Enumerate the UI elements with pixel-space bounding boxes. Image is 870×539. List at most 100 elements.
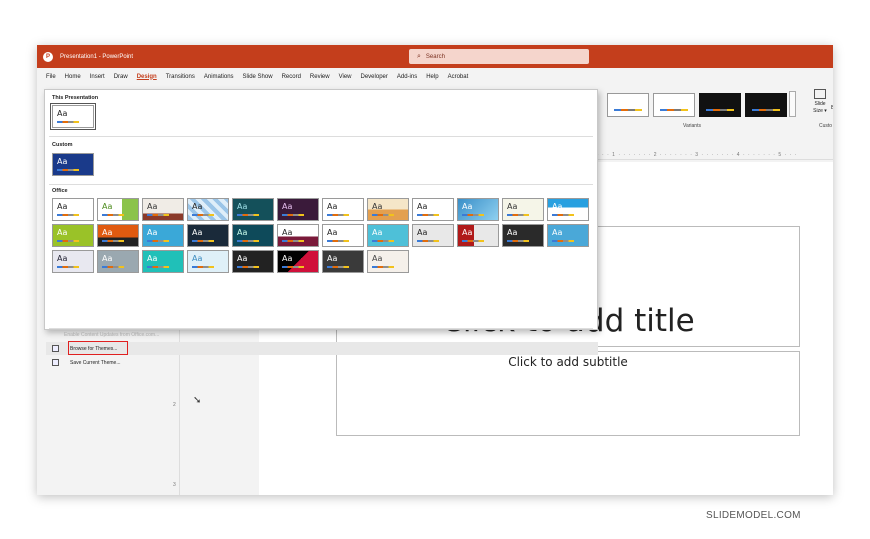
theme-sample-text: Aa: [147, 254, 158, 263]
theme-thumbnail[interactable]: Aa: [277, 198, 319, 221]
search-box[interactable]: ⌕ Search: [409, 49, 589, 64]
theme-sample-text: Aa: [507, 202, 518, 211]
theme-thumbnail[interactable]: Aa: [232, 250, 274, 273]
theme-color-bar: [57, 121, 79, 123]
theme-thumbnail[interactable]: Aa: [367, 224, 409, 247]
theme-sample-text: Aa: [552, 228, 563, 237]
ruler-mark: 3: [173, 482, 176, 488]
theme-color-bar: [417, 214, 439, 216]
subtitle-placeholder[interactable]: Click to add subtitle: [336, 351, 800, 436]
theme-sample-text: Aa: [507, 228, 518, 237]
theme-thumbnail[interactable]: Aa: [52, 198, 94, 221]
variant-thumb[interactable]: [745, 93, 787, 117]
theme-thumbnail[interactable]: Aa: [457, 224, 499, 247]
tab-design[interactable]: Design: [137, 74, 157, 80]
theme-thumbnail[interactable]: Aa: [547, 198, 589, 221]
theme-thumbnail[interactable]: Aa: [502, 198, 544, 221]
theme-thumbnail[interactable]: Aa: [322, 224, 364, 247]
theme-thumbnail[interactable]: Aa: [187, 250, 229, 273]
theme-color-bar: [327, 214, 349, 216]
theme-color-bar: [372, 266, 394, 268]
theme-color-bar: [192, 214, 214, 216]
theme-thumbnail[interactable]: Aa: [502, 224, 544, 247]
theme-thumbnail[interactable]: Aa: [187, 198, 229, 221]
tab-acrobat[interactable]: Acrobat: [448, 74, 469, 80]
save-theme-icon: [52, 359, 59, 366]
theme-sample-text: Aa: [462, 228, 473, 237]
slide-size-button[interactable]: Slide Size ▾: [809, 89, 831, 115]
theme-thumbnail[interactable]: Aa: [277, 250, 319, 273]
title-bar: P Presentation1 - PowerPoint ⌕ Search: [37, 45, 833, 68]
tab-add-ins[interactable]: Add-ins: [397, 74, 417, 80]
background-button-label[interactable]: Ba: [831, 105, 833, 111]
theme-sample-text: Aa: [327, 254, 338, 263]
tab-animations[interactable]: Animations: [204, 74, 234, 80]
ribbon-variants-group: Variants Slide Size ▾ Ba Custo: [597, 85, 833, 131]
variants-label: Variants: [683, 123, 701, 129]
tab-review[interactable]: Review: [310, 74, 330, 80]
theme-thumbnail[interactable]: Aa: [547, 224, 589, 247]
tab-help[interactable]: Help: [426, 74, 438, 80]
theme-sample-text: Aa: [147, 202, 158, 211]
theme-color-bar: [282, 214, 304, 216]
theme-thumbnail[interactable]: Aa: [412, 224, 454, 247]
tab-file[interactable]: File: [46, 74, 56, 80]
theme-thumbnail[interactable]: Aa: [142, 224, 184, 247]
theme-color-bar: [237, 214, 259, 216]
save-current-theme-item[interactable]: Save Current Theme...: [70, 360, 121, 366]
variant-thumb[interactable]: [653, 93, 695, 117]
this-presentation-label: This Presentation: [52, 95, 99, 101]
theme-thumbnail[interactable]: Aa: [187, 224, 229, 247]
theme-thumbnail[interactable]: Aa: [52, 153, 94, 176]
theme-thumbnail[interactable]: Aa: [232, 198, 274, 221]
theme-sample-text: Aa: [372, 202, 383, 211]
theme-thumbnail[interactable]: Aa: [142, 198, 184, 221]
theme-thumbnail[interactable]: Aa: [367, 250, 409, 273]
customize-label: Custo: [819, 123, 833, 129]
tab-record[interactable]: Record: [282, 74, 301, 80]
theme-thumbnail[interactable]: Aa: [142, 250, 184, 273]
theme-color-bar: [57, 214, 79, 216]
theme-sample-text: Aa: [102, 228, 113, 237]
tab-developer[interactable]: Developer: [361, 74, 388, 80]
variant-thumb[interactable]: [607, 93, 649, 117]
theme-thumbnail[interactable]: Aa: [50, 103, 96, 130]
theme-thumbnail[interactable]: Aa: [52, 224, 94, 247]
theme-thumbnail[interactable]: Aa: [97, 224, 139, 247]
watermark: SLIDEMODEL.COM: [706, 510, 801, 521]
theme-thumbnail[interactable]: Aa: [367, 198, 409, 221]
theme-color-bar: [282, 240, 304, 242]
tab-view[interactable]: View: [339, 74, 352, 80]
theme-sample-text: Aa: [57, 228, 68, 237]
tab-slide-show[interactable]: Slide Show: [243, 74, 273, 80]
theme-color-bar: [102, 214, 124, 216]
variant-thumb[interactable]: [699, 93, 741, 117]
theme-sample-text: Aa: [192, 254, 203, 263]
themes-gallery-dropdown: This Presentation Custom Office Enable C…: [44, 89, 598, 406]
theme-thumbnail[interactable]: Aa: [322, 198, 364, 221]
tab-draw[interactable]: Draw: [114, 74, 128, 80]
tab-insert[interactable]: Insert: [90, 74, 105, 80]
theme-color-bar: [462, 214, 484, 216]
theme-color-bar: [147, 266, 169, 268]
theme-thumbnail[interactable]: Aa: [412, 198, 454, 221]
theme-sample-text: Aa: [102, 254, 113, 263]
variants-scroll-arrows[interactable]: [789, 91, 796, 117]
theme-sample-text: Aa: [57, 202, 68, 211]
tab-transitions[interactable]: Transitions: [166, 74, 195, 80]
theme-color-bar: [147, 214, 169, 216]
theme-color-bar: [192, 266, 214, 268]
theme-sample-text: Aa: [237, 254, 248, 263]
theme-thumbnail[interactable]: Aa: [277, 224, 319, 247]
theme-sample-text: Aa: [327, 202, 338, 211]
theme-thumbnail[interactable]: Aa: [232, 224, 274, 247]
enable-content-updates: Enable Content Updates from Office.com..…: [64, 332, 160, 338]
theme-color-bar: [102, 266, 124, 268]
theme-thumbnail[interactable]: Aa: [97, 250, 139, 273]
theme-thumbnail[interactable]: Aa: [457, 198, 499, 221]
tab-home[interactable]: Home: [65, 74, 81, 80]
subtitle-text: Click to add subtitle: [508, 355, 628, 369]
theme-thumbnail[interactable]: Aa: [322, 250, 364, 273]
theme-thumbnail[interactable]: Aa: [52, 250, 94, 273]
theme-thumbnail[interactable]: Aa: [97, 198, 139, 221]
